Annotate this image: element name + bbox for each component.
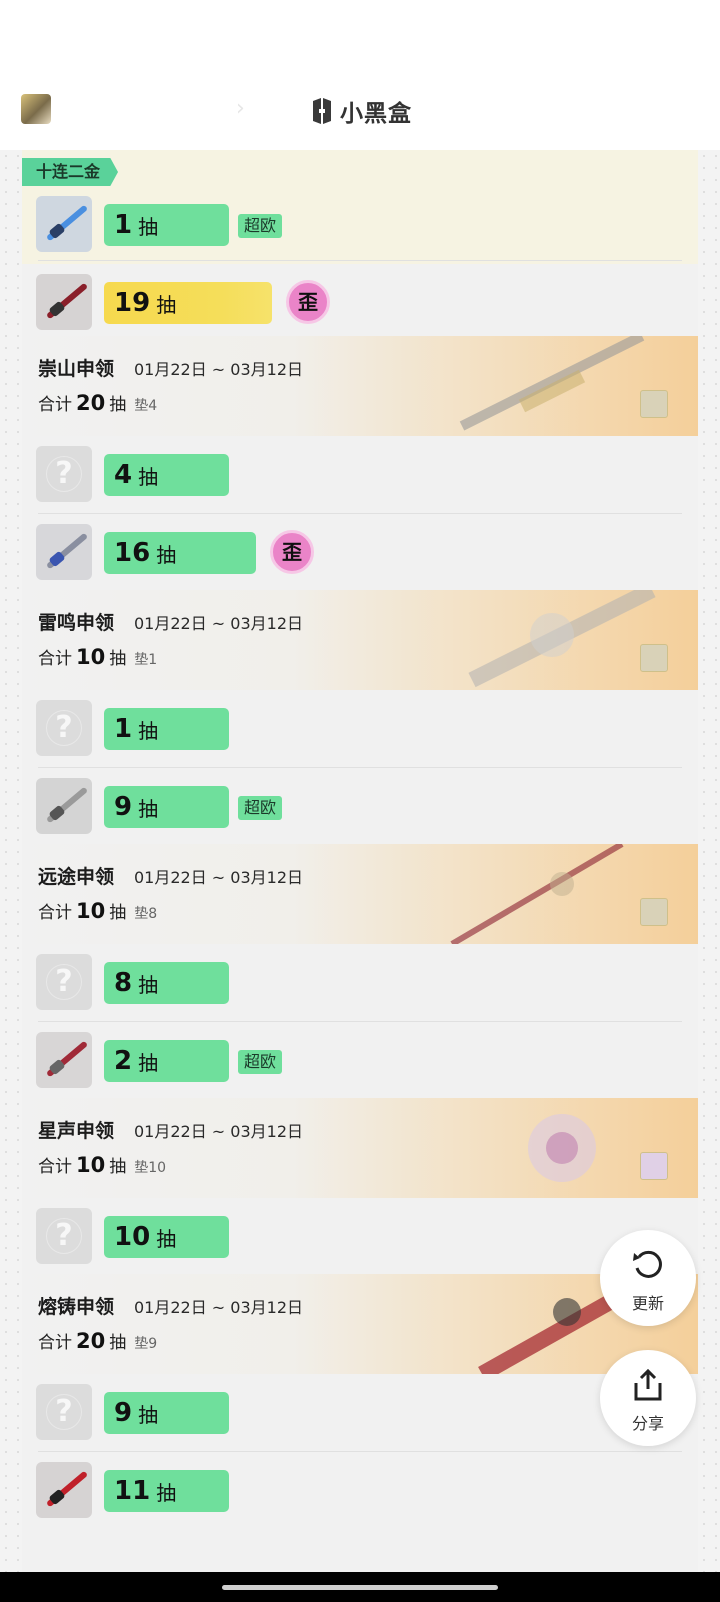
banner-name: 崇山申领 bbox=[38, 358, 115, 380]
brand-logo: 小黑盒 bbox=[310, 94, 412, 128]
banner-date: 01月22日 ~ 03月12日 bbox=[134, 868, 304, 887]
pull-count-pill: 8抽 bbox=[104, 962, 229, 1004]
pull-row[interactable]: ? 1抽 bbox=[22, 690, 698, 768]
weapon-thumbnail bbox=[36, 274, 92, 330]
lucky-badge: 超欧 bbox=[238, 214, 283, 238]
off-banner-badge: 歪 bbox=[286, 280, 330, 324]
pull-count-pill: 1抽 bbox=[104, 708, 229, 750]
pull-count-pill: 2抽 bbox=[104, 1040, 229, 1082]
banner-total: 合计 20 抽垫9 bbox=[38, 1329, 158, 1353]
unknown-item-thumbnail: ? bbox=[36, 954, 92, 1010]
banner-name: 雷鸣申领 bbox=[38, 612, 115, 634]
pull-count-pill: 10 抽 bbox=[104, 1216, 229, 1258]
banner-header-yuantu[interactable]: 远途申领 01月22日 ~ 03月12日 合计 10 抽垫8 bbox=[22, 844, 698, 944]
weapon-mini-icon bbox=[640, 898, 668, 926]
refresh-label: 更新 bbox=[631, 1294, 664, 1313]
pull-row[interactable]: ? 10 抽 bbox=[22, 1198, 698, 1276]
ten-pull-tag: 十连二金 bbox=[22, 158, 119, 186]
pull-row[interactable]: ? 8抽 bbox=[22, 944, 698, 1022]
weapon-mini-icon bbox=[640, 1152, 668, 1180]
share-label: 分享 bbox=[631, 1414, 664, 1433]
divider bbox=[38, 260, 682, 261]
weapon-mini-icon bbox=[640, 644, 668, 672]
pull-count-pill: 9抽 bbox=[104, 1392, 229, 1434]
unknown-item-thumbnail: ? bbox=[36, 446, 92, 502]
top-bar: › 小黑盒 bbox=[0, 0, 720, 150]
pull-row[interactable]: 9抽 超欧 bbox=[22, 768, 698, 846]
weapon-thumbnail bbox=[36, 778, 92, 834]
banner-total: 合计 10 抽垫8 bbox=[38, 899, 158, 923]
banner-total: 合计 20 抽垫4 bbox=[38, 391, 158, 415]
weapon-art-icon bbox=[459, 336, 645, 431]
lucky-badge: 超欧 bbox=[238, 796, 283, 820]
unknown-item-thumbnail: ? bbox=[36, 700, 92, 756]
weapon-art-icon bbox=[528, 1114, 596, 1182]
banner-date: 01月22日 ~ 03月12日 bbox=[134, 614, 304, 633]
banner-header-xingsheng[interactable]: 星声申领 01月22日 ~ 03月12日 合计 10 抽垫10 bbox=[22, 1098, 698, 1198]
weapon-art-icon bbox=[450, 844, 624, 944]
banner-header-chongshan[interactable]: 崇山申领 01月22日 ~ 03月12日 合计 20 抽垫4 bbox=[22, 336, 698, 436]
unknown-item-thumbnail: ? bbox=[36, 1384, 92, 1440]
pull-count-pill: 11 抽 bbox=[104, 1470, 229, 1512]
lucky-badge: 超欧 bbox=[238, 1050, 283, 1074]
banner-header-leiming[interactable]: 雷鸣申领 01月22日 ~ 03月12日 合计 10 抽垫1 bbox=[22, 590, 698, 690]
pull-row[interactable]: 16 抽 歪 bbox=[22, 514, 698, 592]
refresh-icon bbox=[633, 1250, 662, 1278]
banner-name: 熔铸申领 bbox=[38, 1296, 115, 1318]
pull-row[interactable]: 11 抽 bbox=[22, 1452, 698, 1530]
pull-count-pill: 4抽 bbox=[104, 454, 229, 496]
banner-date: 01月22日 ~ 03月12日 bbox=[134, 1122, 304, 1141]
right-gutter bbox=[698, 150, 720, 1572]
off-banner-badge: 歪 bbox=[270, 530, 314, 574]
share-icon bbox=[634, 1368, 662, 1401]
banner-header-rongzhu[interactable]: 熔铸申领 01月22日 ~ 03月12日 合计 20 抽垫9 bbox=[22, 1274, 698, 1374]
left-gutter bbox=[0, 150, 22, 1572]
banner-date: 01月22日 ~ 03月12日 bbox=[134, 1298, 304, 1317]
weapon-mini-icon bbox=[640, 390, 668, 418]
weapon-thumbnail bbox=[36, 1462, 92, 1518]
unknown-item-thumbnail: ? bbox=[36, 1208, 92, 1264]
pull-count-pill: 19 抽 bbox=[104, 282, 272, 324]
pull-count-pill: 1抽 bbox=[104, 204, 229, 246]
brand-name: 小黑盒 bbox=[340, 101, 412, 127]
weapon-thumbnail bbox=[36, 524, 92, 580]
pull-row[interactable]: 19 抽 歪 bbox=[22, 264, 698, 342]
refresh-button[interactable]: 更新 bbox=[600, 1230, 696, 1326]
pull-count-pill: 16 抽 bbox=[104, 532, 256, 574]
banner-name: 远途申领 bbox=[38, 866, 115, 888]
system-navigation-bar bbox=[0, 1572, 720, 1602]
xiaoheihe-logo-icon bbox=[313, 98, 331, 124]
pull-row[interactable]: 2抽 超欧 bbox=[22, 1022, 698, 1100]
weapon-art-icon bbox=[468, 590, 656, 688]
pull-row[interactable]: 1抽 超欧 bbox=[22, 186, 698, 264]
weapon-thumbnail bbox=[36, 196, 92, 252]
share-button[interactable]: 分享 bbox=[600, 1350, 696, 1446]
banner-total: 合计 10 抽垫1 bbox=[38, 645, 158, 669]
pull-count-pill: 9抽 bbox=[104, 786, 229, 828]
home-indicator[interactable] bbox=[222, 1585, 498, 1590]
pull-row[interactable]: ? 9抽 bbox=[22, 1374, 698, 1452]
banner-name: 星声申领 bbox=[38, 1120, 115, 1142]
gacha-record-list[interactable]: 十连二金 1抽 超欧 19 抽 歪 崇山申领 01月22日 ~ 03月12日 合计… bbox=[22, 150, 698, 1572]
weapon-thumbnail bbox=[36, 1032, 92, 1088]
banner-date: 01月22日 ~ 03月12日 bbox=[134, 360, 304, 379]
pull-row[interactable]: ? 4抽 bbox=[22, 436, 698, 514]
user-avatar[interactable] bbox=[21, 94, 51, 124]
banner-total: 合计 10 抽垫10 bbox=[38, 1153, 167, 1177]
chevron-right-icon: › bbox=[236, 96, 245, 121]
